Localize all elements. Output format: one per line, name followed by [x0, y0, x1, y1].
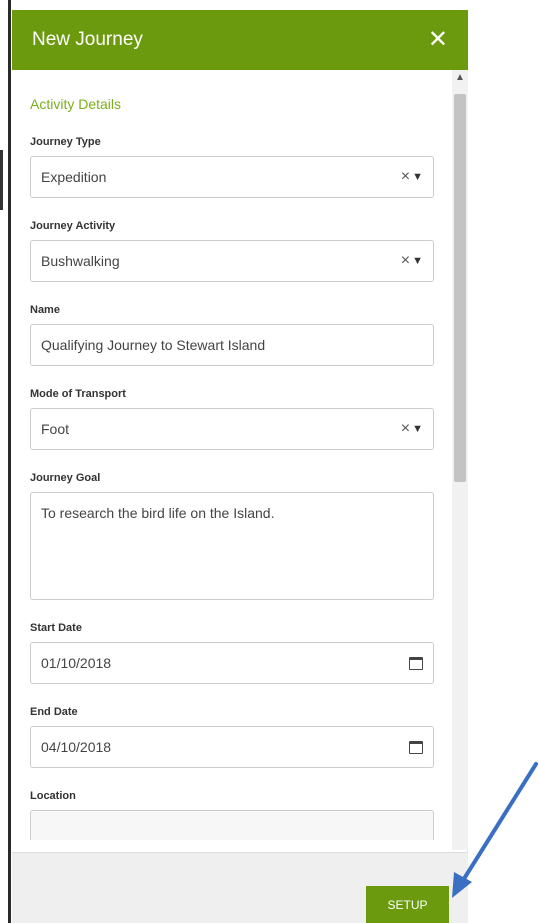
location-input[interactable]	[30, 810, 434, 840]
clear-icon[interactable]: ×	[401, 168, 410, 186]
chevron-down-icon[interactable]: ▼	[412, 171, 423, 183]
chevron-down-icon[interactable]: ▼	[412, 423, 423, 435]
journey-activity-value: Bushwalking	[41, 253, 120, 269]
journey-type-label: Journey Type	[30, 136, 101, 148]
dialog-content: Activity Details Journey Type Expedition…	[12, 70, 452, 850]
mode-of-transport-select[interactable]: Foot × ▼	[30, 408, 434, 450]
scrollbar[interactable]: ▲	[452, 70, 468, 850]
background-window-marker	[0, 150, 3, 210]
mode-of-transport-value: Foot	[41, 421, 70, 437]
journey-type-value: Expedition	[41, 169, 107, 185]
clear-icon[interactable]: ×	[401, 420, 410, 438]
end-date-input[interactable]: 04/10/2018	[30, 726, 434, 768]
dialog-title: New Journey	[32, 29, 143, 50]
scroll-thumb[interactable]	[454, 94, 466, 482]
scroll-up-icon[interactable]: ▲	[452, 72, 468, 86]
end-date-value: 04/10/2018	[41, 739, 112, 755]
chevron-down-icon[interactable]: ▼	[412, 255, 423, 267]
end-date-label: End Date	[30, 706, 78, 718]
start-date-label: Start Date	[30, 622, 82, 634]
dialog-footer: SETUP	[12, 852, 468, 923]
name-input[interactable]: Qualifying Journey to Stewart Island	[30, 324, 434, 366]
dialog-header: New Journey ✕	[12, 10, 468, 70]
section-title: Activity Details	[30, 96, 122, 112]
close-icon[interactable]: ✕	[428, 28, 448, 52]
name-label: Name	[30, 304, 60, 316]
setup-button[interactable]: SETUP	[366, 886, 449, 923]
journey-goal-textarea[interactable]: To research the bird life on the Island.	[30, 492, 434, 600]
calendar-icon[interactable]	[409, 656, 423, 670]
name-value: Qualifying Journey to Stewart Island	[41, 337, 266, 353]
journey-activity-select[interactable]: Bushwalking × ▼	[30, 240, 434, 282]
start-date-value: 01/10/2018	[41, 655, 112, 671]
calendar-icon[interactable]	[409, 740, 423, 754]
clear-icon[interactable]: ×	[401, 252, 410, 270]
mode-of-transport-label: Mode of Transport	[30, 388, 126, 400]
pointer-arrow-icon	[452, 762, 538, 898]
background-window-border	[8, 0, 11, 923]
start-date-input[interactable]: 01/10/2018	[30, 642, 434, 684]
journey-type-select[interactable]: Expedition × ▼	[30, 156, 434, 198]
new-journey-dialog: New Journey ✕ Activity Details Journey T…	[12, 10, 468, 923]
journey-activity-label: Journey Activity	[30, 220, 116, 232]
journey-goal-label: Journey Goal	[30, 472, 101, 484]
location-label: Location	[30, 790, 76, 802]
